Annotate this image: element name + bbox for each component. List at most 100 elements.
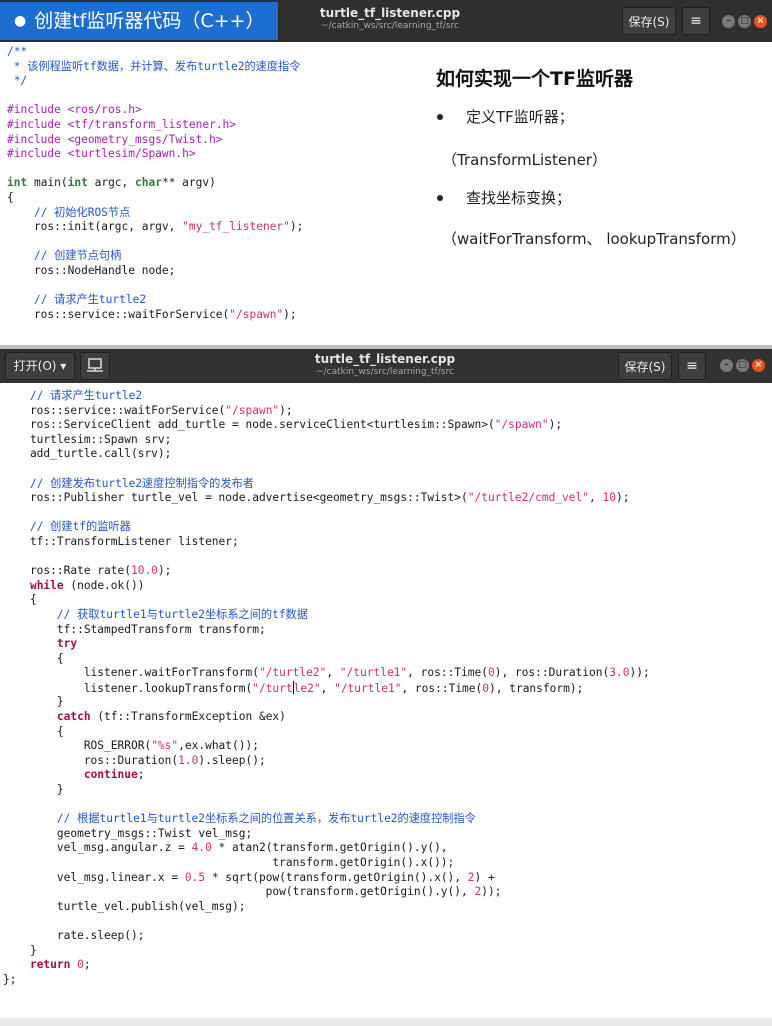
- code-token: ros::NodeHandle node;: [7, 263, 176, 277]
- code-token: // 请求产生turtle2: [29, 389, 143, 402]
- hamburger-menu-icon[interactable]: ≡: [682, 7, 710, 35]
- minimize-icon[interactable]: –: [722, 15, 735, 28]
- code-line: }: [3, 783, 650, 798]
- code-line: // 获取turtle1与turtle2坐标系之间的tf数据: [3, 608, 650, 623]
- code-token: while: [29, 578, 64, 592]
- code-token: ROS_ERROR(: [3, 739, 152, 753]
- code-token: ros::ServiceClient add_turtle = node.ser…: [3, 418, 495, 432]
- code-token: * atan2(transform.getOrigin().y(),: [211, 841, 448, 855]
- code-token: );: [548, 418, 563, 432]
- code-token: ,: [320, 681, 335, 695]
- code-token: #include <turtlesim/Spawn.h>: [7, 147, 196, 161]
- code-token: "/turt: [252, 681, 293, 695]
- code-token: tf::TransformListener listener;: [3, 534, 239, 548]
- editor-window-top: turtle_tf_listener.cpp ~/catkin_ws/src/l…: [0, 0, 772, 345]
- code-line: {: [3, 652, 650, 667]
- code-line: // 请求产生turtle2: [7, 293, 303, 308]
- code-line: turtle_vel.publish(vel_msg);: [3, 900, 650, 915]
- code-token: // 获取turtle1与turtle2坐标系之间的tf数据: [56, 607, 308, 621]
- save-button[interactable]: 保存(S): [622, 7, 676, 35]
- code-token: ));: [629, 666, 650, 680]
- code-token: {: [3, 724, 64, 738]
- bullet-item-1-detail: （TransformListener）: [442, 151, 607, 169]
- code-line: {: [7, 191, 303, 206]
- bullet-item-1: 定义TF监听器；: [466, 108, 574, 126]
- code-line: int main(int argc, char** argv): [7, 176, 303, 191]
- code-token: 1.0: [178, 753, 199, 767]
- code-line: turtlesim::Spawn srv;: [3, 433, 650, 448]
- code-token: "my_tf_listener": [182, 220, 290, 234]
- slide-text-panel: 如何实现一个TF监听器 定义TF监听器； （TransformListener）…: [420, 42, 772, 264]
- code-token: add_turtle.call(srv);: [3, 447, 172, 461]
- code-token: vel_msg.linear.x =: [3, 870, 185, 884]
- code-editor-top[interactable]: /** * 该例程监听tf数据，并计算、发布turtle2的速度指令 */ #in…: [7, 45, 303, 322]
- code-line: ros::service::waitForService("/spawn");: [3, 404, 650, 419]
- slide-heading: 如何实现一个TF监听器: [436, 68, 633, 90]
- close-icon[interactable]: ×: [754, 15, 767, 28]
- code-token: // 创建节点句柄: [33, 249, 122, 263]
- minimize-icon[interactable]: –: [720, 359, 733, 372]
- code-line: // 创建节点句柄: [7, 249, 303, 264]
- code-line: {: [3, 725, 650, 740]
- code-token: #include <geometry_msgs/Twist.h>: [7, 132, 223, 146]
- code-token: main(: [27, 176, 68, 190]
- code-line: ros::ServiceClient add_turtle = node.ser…: [3, 418, 650, 433]
- code-token: ros::Duration(: [3, 753, 179, 767]
- new-document-button[interactable]: [80, 352, 110, 380]
- maximize-icon[interactable]: □: [738, 15, 751, 28]
- code-line: return 0;: [3, 958, 650, 973]
- window-filename: turtle_tf_listener.cpp: [319, 6, 461, 20]
- code-token: 0: [487, 666, 495, 680]
- code-line: catch (tf::TransformException &ex): [3, 710, 650, 725]
- code-token: */: [7, 74, 28, 88]
- code-token: // 根据turtle1与turtle2坐标系之间的位置关系，发布turtle2…: [56, 812, 476, 826]
- hamburger-menu-icon[interactable]: ≡: [678, 352, 706, 380]
- code-line: rate.sleep();: [3, 929, 650, 944]
- code-token: ros::service::waitForService(: [7, 307, 230, 321]
- code-line: */: [7, 74, 303, 89]
- save-button[interactable]: 保存(S): [618, 352, 672, 380]
- code-token: int: [67, 176, 88, 190]
- code-line: // 根据turtle1与turtle2坐标系之间的位置关系，发布turtle2…: [3, 812, 650, 827]
- code-token: "/turtle1": [339, 666, 408, 680]
- bullet-dot-icon: [437, 114, 443, 120]
- code-token: * sqrt(pow(transform.getOrigin().x(),: [205, 870, 468, 884]
- code-line: pow(transform.getOrigin().y(), 2));: [3, 885, 650, 900]
- code-token: , ros::Time(: [401, 681, 483, 695]
- code-token: rate.sleep();: [3, 928, 145, 942]
- code-line: vel_msg.angular.z = 4.0 * atan2(transfor…: [3, 841, 650, 856]
- status-area: [0, 1018, 772, 1026]
- code-editor-bottom[interactable]: // 请求产生turtle2 ros::service::waitForServ…: [3, 389, 650, 987]
- code-token: listener.waitForTransform(: [3, 666, 259, 680]
- maximize-icon[interactable]: □: [736, 359, 749, 372]
- code-token: (node.ok()): [63, 578, 145, 592]
- code-token: }: [3, 695, 64, 709]
- code-line: listener.waitForTransform("/turtle2", "/…: [3, 666, 650, 681]
- code-line: // 初始化ROS节点: [7, 206, 303, 221]
- code-token: 4.0: [191, 841, 212, 855]
- document-pin-icon: [87, 358, 103, 372]
- code-token: (tf::TransformException &ex): [90, 710, 286, 724]
- code-line: * 该例程监听tf数据，并计算、发布turtle2的速度指令: [7, 60, 303, 75]
- code-token: ros::service::waitForService(: [3, 403, 226, 417]
- code-line: ROS_ERROR("%s",ex.what());: [3, 739, 650, 754]
- code-line: // 创建tf的监听器: [3, 520, 650, 535]
- window-title-top: turtle_tf_listener.cpp ~/catkin_ws/src/l…: [300, 6, 480, 31]
- code-token: ,: [589, 491, 603, 505]
- close-icon[interactable]: ×: [752, 359, 765, 372]
- code-line: // 请求产生turtle2: [3, 389, 650, 404]
- code-token: // 创建tf的监听器: [29, 520, 131, 534]
- open-file-button[interactable]: 打开(O) ▾: [5, 352, 75, 380]
- window-path: ~/catkin_ws/src/learning_tf/src: [321, 21, 459, 31]
- code-token: #include <ros/ros.h>: [7, 103, 142, 117]
- code-line: listener.lookupTransform("/turtle2", "/t…: [3, 680, 650, 696]
- code-token: ;: [83, 958, 91, 972]
